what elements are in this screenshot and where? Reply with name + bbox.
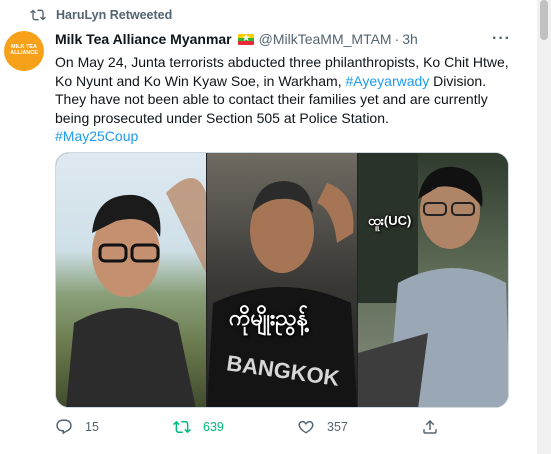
- scrollbar[interactable]: [537, 0, 551, 454]
- like-button[interactable]: 357: [297, 418, 348, 436]
- like-count: 357: [327, 420, 348, 434]
- retweet-button[interactable]: 639: [173, 418, 224, 436]
- tweet-text: On May 24, Junta terrorists abducted thr…: [55, 53, 520, 146]
- avatar-logo-text: MILK TEA ALLIANCE: [10, 44, 38, 56]
- tweet[interactable]: HaruLyn Retweeted MILK TEA ALLIANCE Milk…: [0, 0, 530, 454]
- myanmar-flag-icon: ★: [237, 33, 254, 45]
- share-icon: [423, 419, 437, 434]
- tweet-media[interactable]: BANGKOK ကိုမျိုးညွန့် ထူး(UC): [55, 152, 509, 408]
- heart-icon: [298, 420, 314, 434]
- timestamp[interactable]: 3h: [402, 31, 418, 47]
- hashtag-may25coup[interactable]: #May25Coup: [55, 128, 138, 144]
- hashtag-ayeyarwady[interactable]: #Ayeyarwady: [346, 73, 430, 89]
- author-handle[interactable]: @MilkTeaMM_MTAM: [259, 31, 392, 47]
- share-button[interactable]: [421, 418, 451, 436]
- more-options-icon[interactable]: ···: [492, 30, 511, 48]
- retweet-count: 639: [203, 420, 224, 434]
- scrollbar-thumb[interactable]: [540, 0, 548, 40]
- tweet-actions: 15 639 357: [55, 418, 455, 440]
- author-name[interactable]: Milk Tea Alliance Myanmar: [55, 31, 232, 47]
- reply-button[interactable]: 15: [55, 418, 99, 436]
- photo-caption-uc: ထူး(UC): [368, 213, 412, 228]
- reply-count: 15: [85, 420, 99, 434]
- person-photo-1: [66, 178, 206, 407]
- retweet-context-label: HaruLyn Retweeted: [56, 8, 173, 22]
- photo-panel-3[interactable]: ထူး(UC): [358, 153, 508, 407]
- retweet-icon: [30, 9, 46, 21]
- photo-panel-2[interactable]: BANGKOK ကိုမျိုးညွန့်: [207, 153, 357, 407]
- avatar[interactable]: MILK TEA ALLIANCE: [4, 31, 44, 71]
- tweet-header: Milk Tea Alliance Myanmar ★ @MilkTeaMM_M…: [55, 31, 418, 47]
- retweet-icon: [173, 420, 191, 434]
- person-photo-3: [358, 153, 508, 407]
- photo-caption-burmese: ကိုမျိုးညွန့်: [229, 305, 308, 330]
- separator-dot: ·: [394, 31, 400, 47]
- person-photo-2: BANGKOK: [207, 181, 357, 407]
- reply-icon: [56, 419, 72, 435]
- retweet-context[interactable]: HaruLyn Retweeted: [30, 7, 172, 23]
- photo-panel-1[interactable]: [56, 153, 206, 407]
